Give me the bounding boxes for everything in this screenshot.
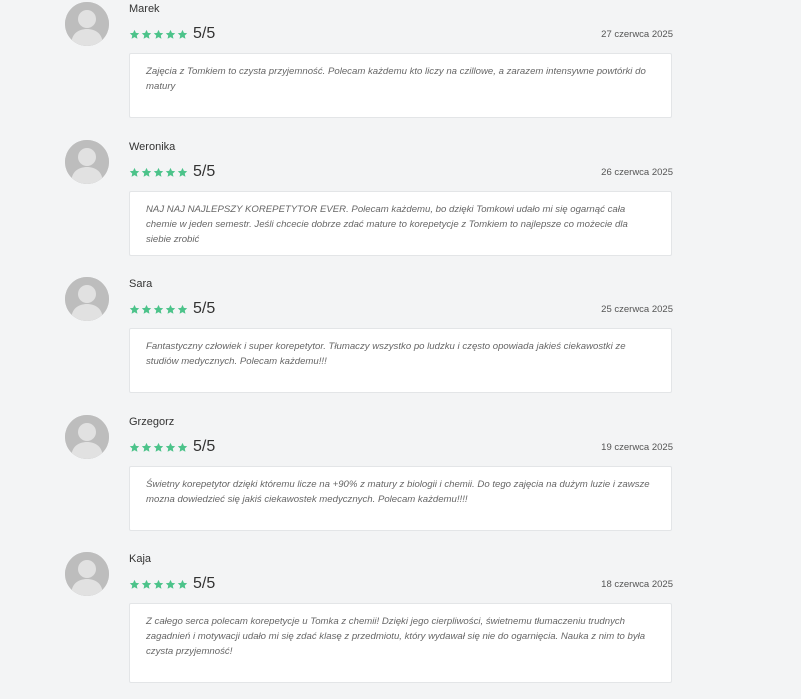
- star-icon: [129, 579, 140, 589]
- review-date: 25 czerwca 2025: [601, 304, 673, 315]
- user-avatar-icon: [65, 2, 109, 46]
- user-avatar-icon: [65, 139, 109, 184]
- star-icon: [165, 579, 176, 589]
- avatar: [65, 552, 109, 596]
- user-avatar-icon: [65, 552, 109, 596]
- avatar: [65, 277, 109, 321]
- reviewer-name: Sara: [129, 278, 153, 290]
- star-rating: [129, 579, 188, 593]
- review-comment-box: Świetny korepetytor dzięki któremu licze…: [129, 465, 672, 531]
- star-icon: [165, 167, 176, 177]
- star-icon: [153, 304, 164, 314]
- rating-score: 5/5: [193, 25, 216, 42]
- review-comment: Zajęcia z Tomkiem to czysta przyjemność.…: [146, 66, 646, 92]
- avatar: [65, 139, 109, 184]
- review-comment: NAJ NAJ NAJLEPSZY KOREPETYTOR EVER. Pole…: [146, 203, 628, 245]
- star-icon: [141, 167, 152, 177]
- star-rating: [129, 167, 188, 181]
- star-icon: [153, 29, 164, 39]
- star-icon: [177, 442, 188, 452]
- star-icon: [153, 167, 164, 177]
- star-icon: [129, 442, 140, 452]
- reviewer-name: Grzegorz: [129, 415, 175, 428]
- star-icon: [141, 304, 152, 314]
- avatar: [65, 2, 109, 46]
- review-date: 18 czerwca 2025: [601, 579, 673, 590]
- review-comment: Z całego serca polecam korepetycje u Tom…: [146, 616, 646, 657]
- rating-score: 5/5: [193, 162, 216, 180]
- review-comment-box: Fantastyczny człowiek i super korepetyto…: [129, 328, 672, 393]
- review-comment-box: NAJ NAJ NAJLEPSZY KOREPETYTOR EVER. Pole…: [129, 190, 672, 256]
- star-icon: [129, 167, 140, 177]
- review-comment: Świetny korepetytor dzięki któremu licze…: [146, 478, 650, 505]
- review-comment-box: Z całego serca polecam korepetycje u Tom…: [129, 603, 672, 683]
- star-icon: [129, 304, 140, 314]
- star-rating: [129, 29, 188, 43]
- star-rating: [129, 304, 188, 318]
- star-icon: [141, 29, 152, 39]
- star-icon: [165, 29, 176, 39]
- user-avatar-icon: [65, 414, 109, 459]
- star-rating: [129, 442, 188, 456]
- star-icon: [177, 304, 188, 314]
- star-icon: [177, 167, 188, 177]
- star-icon: [141, 579, 152, 589]
- review-comment-box: Zajęcia z Tomkiem to czysta przyjemność.…: [129, 53, 672, 118]
- star-icon: [177, 579, 188, 589]
- star-icon: [129, 29, 140, 39]
- review-date: 27 czerwca 2025: [601, 29, 673, 40]
- review-comment: Fantastyczny człowiek i super korepetyto…: [146, 341, 626, 367]
- star-icon: [165, 442, 176, 452]
- review-date: 26 czerwca 2025: [601, 166, 673, 178]
- reviewer-name: Weronika: [129, 140, 176, 153]
- user-avatar-icon: [65, 277, 109, 321]
- star-icon: [153, 442, 164, 452]
- star-icon: [153, 579, 164, 589]
- star-icon: [177, 29, 188, 39]
- reviewer-name: Kaja: [129, 553, 152, 565]
- star-icon: [165, 304, 176, 314]
- rating-score: 5/5: [193, 300, 216, 317]
- star-icon: [141, 442, 152, 452]
- review-date: 19 czerwca 2025: [601, 441, 673, 453]
- rating-score: 5/5: [193, 575, 216, 592]
- rating-score: 5/5: [193, 437, 216, 455]
- avatar: [65, 414, 109, 459]
- reviewer-name: Marek: [129, 3, 160, 15]
